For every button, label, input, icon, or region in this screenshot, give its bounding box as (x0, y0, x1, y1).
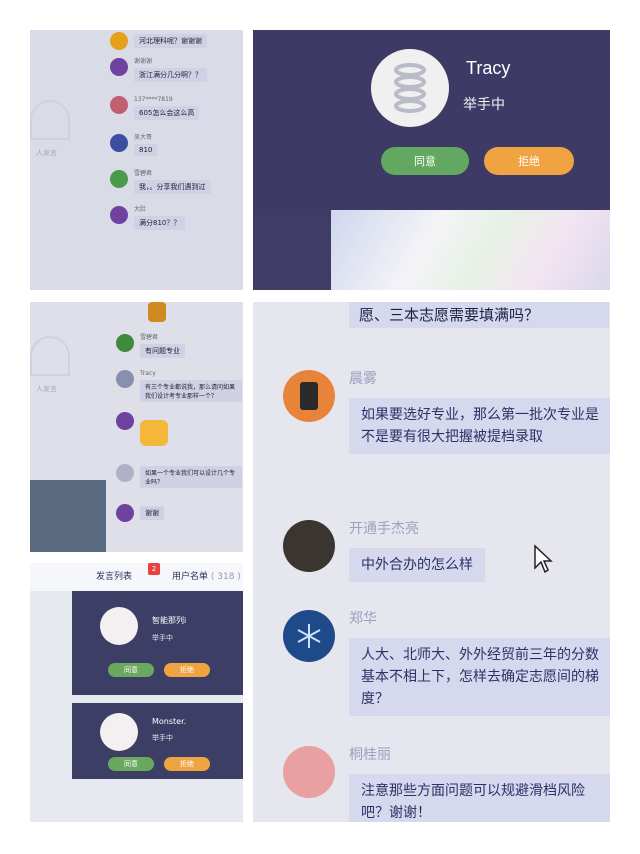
agree-button[interactable]: 同意 (381, 147, 469, 175)
tab-speech-list[interactable]: 发言列表 (96, 569, 132, 582)
avatar (110, 134, 128, 152)
tab-bar: 发言列表 2 用户名单 ( 318 ) (30, 563, 243, 591)
sticker-image (148, 302, 166, 322)
speaker-icon (300, 382, 318, 410)
sender-name: 谢谢谢 (134, 58, 153, 65)
message-text: 如果要选好专业，那么第一批次专业是不是要有很大把握被提档录取 (349, 398, 610, 454)
sender-name: 晨雾 (349, 371, 377, 387)
tab-user-list[interactable]: 用户名单 ( 318 ) (172, 569, 241, 582)
avatar (116, 370, 134, 388)
notification-badge: 2 (148, 563, 160, 575)
list-item: 雪碧君 我，。分享我们遇到过 (110, 170, 211, 194)
hand-raise-status: 举手中 (152, 734, 173, 742)
list-item: 吴大哥 810 (110, 134, 158, 156)
list-item: 晨雾 如果要选好专业，那么第一批次专业是不是要有很大把握被提档录取 (283, 370, 610, 454)
webcam-preview (30, 480, 106, 552)
avatar (110, 206, 128, 224)
avatar (116, 464, 134, 482)
list-item: 谢谢 (116, 504, 164, 522)
avatar (100, 713, 138, 751)
user-card: 智能那列i 举手中 同意 拒绝 (72, 591, 243, 695)
list-item (116, 412, 168, 446)
message-text: 810 (134, 144, 158, 156)
content-area (331, 210, 610, 290)
reject-button[interactable]: 拒绝 (164, 663, 210, 677)
avatar (283, 610, 335, 662)
spring-icon (394, 63, 426, 113)
list-item: Tracy 有三个专业都说我，那么请问如果我们设计考专业那样一个？ (116, 370, 242, 402)
chat-screenshot-1: 人发言 河北理科呢？谢谢谢 谢谢谢 浙江满分几分啊？？ 137****7819 … (30, 30, 243, 290)
avatar (116, 334, 134, 352)
avatar (371, 49, 449, 127)
sender-name: 雪碧君 (140, 334, 159, 341)
microphone-icon (30, 100, 70, 140)
reject-button[interactable]: 拒绝 (484, 147, 574, 175)
hand-raise-status: 举手中 (463, 97, 505, 113)
user-name: 智能那列i (152, 616, 187, 625)
avatar (116, 504, 134, 522)
list-item: 137****7819 605怎么会这么高 (110, 96, 200, 120)
hand-raise-status: 举手中 (152, 634, 173, 642)
avatar (283, 746, 335, 798)
user-list-screenshot: 发言列表 2 用户名单 ( 318 ) 智能那列i 举手中 同意 拒绝 Mons… (30, 563, 243, 822)
sender-name: 137****7819 (134, 96, 173, 103)
message-text: 愿、三本志愿需要填满吗？ (349, 302, 609, 328)
avatar (100, 607, 138, 645)
list-item: 开通手杰亮 中外合办的怎么样 (283, 520, 485, 582)
list-item: 大肚 满分810？？ (110, 206, 186, 230)
message-text: 如果一个专业我们可以设计几个专业吗？ (140, 466, 242, 488)
mic-label: 人发言 (36, 149, 57, 157)
cursor-icon (533, 544, 553, 578)
sender-name: 开通手杰亮 (349, 521, 419, 537)
sender-name: 桐桂丽 (349, 747, 391, 763)
list-item: 河北理科呢？谢谢谢 (110, 32, 207, 50)
avatar (110, 170, 128, 188)
user-count: ( 318 ) (210, 572, 241, 582)
cat-sticker-icon (140, 420, 168, 446)
message-text: 注意那些方面问题可以规避滑档风险吧？谢谢！ (349, 774, 610, 822)
user-name: Tracy (466, 58, 511, 78)
message-text: 中外合办的怎么样 (349, 548, 485, 582)
user-name: Monster. (152, 717, 187, 726)
raise-hand-screenshot: Tracy 举手中 同意 拒绝 (253, 30, 610, 290)
agree-button[interactable]: 同意 (108, 757, 154, 771)
reject-button[interactable]: 拒绝 (164, 757, 210, 771)
sender-name: 吴大哥 (134, 134, 153, 141)
list-item: 郑华 人大、北师大、外外经贸前三年的分数基本不相上下，怎样去确定志愿间的梯度？ (283, 610, 610, 716)
avatar (116, 412, 134, 430)
message-text: 有三个专业都说我，那么请问如果我们设计考专业那样一个？ (140, 380, 242, 402)
avatar (110, 58, 128, 76)
chat-screenshot-3: 愿、三本志愿需要填满吗？ 晨雾 如果要选好专业，那么第一批次专业是不是要有很大把… (253, 302, 610, 822)
message-text: 谢谢 (140, 506, 164, 520)
raise-hand-card: Tracy 举手中 同意 拒绝 (253, 30, 610, 210)
message-text: 满分810？？ (134, 216, 186, 230)
avatar (283, 520, 335, 572)
message-text: 人大、北师大、外外经贸前三年的分数基本不相上下，怎样去确定志愿间的梯度？ (349, 638, 610, 716)
sender-name: 郑华 (349, 611, 377, 627)
mic-label: 人发言 (36, 385, 57, 393)
message-text: 我，。分享我们遇到过 (134, 180, 211, 194)
avatar (283, 370, 335, 422)
list-item: 雪碧君 有问题专业 (116, 334, 185, 358)
avatar (110, 96, 128, 114)
avatar (110, 32, 128, 50)
message-text: 河北理科呢？谢谢谢 (134, 34, 207, 48)
microphone-icon (30, 336, 70, 376)
list-item: 如果一个专业我们可以设计几个专业吗？ (116, 464, 242, 488)
snowflake-icon (297, 624, 321, 648)
agree-button[interactable]: 同意 (108, 663, 154, 677)
chat-screenshot-2: 人发言 雪碧君 有问题专业 Tracy 有三个专业都说我，那么请问如果我们设计考… (30, 302, 243, 552)
message-text: 浙江满分几分啊？？ (134, 68, 207, 82)
message-text: 605怎么会这么高 (134, 106, 200, 120)
list-item: 桐桂丽 注意那些方面问题可以规避滑档风险吧？谢谢！ (283, 746, 610, 822)
tab-user-list-label: 用户名单 (172, 572, 209, 582)
sender-name: 大肚 (134, 206, 147, 213)
message-text: 有问题专业 (140, 344, 185, 358)
sender-name: Tracy (140, 370, 156, 377)
list-item: 谢谢谢 浙江满分几分啊？？ (110, 58, 207, 82)
user-card: Monster. 举手中 同意 拒绝 (72, 703, 243, 779)
sender-name: 雪碧君 (134, 170, 153, 177)
